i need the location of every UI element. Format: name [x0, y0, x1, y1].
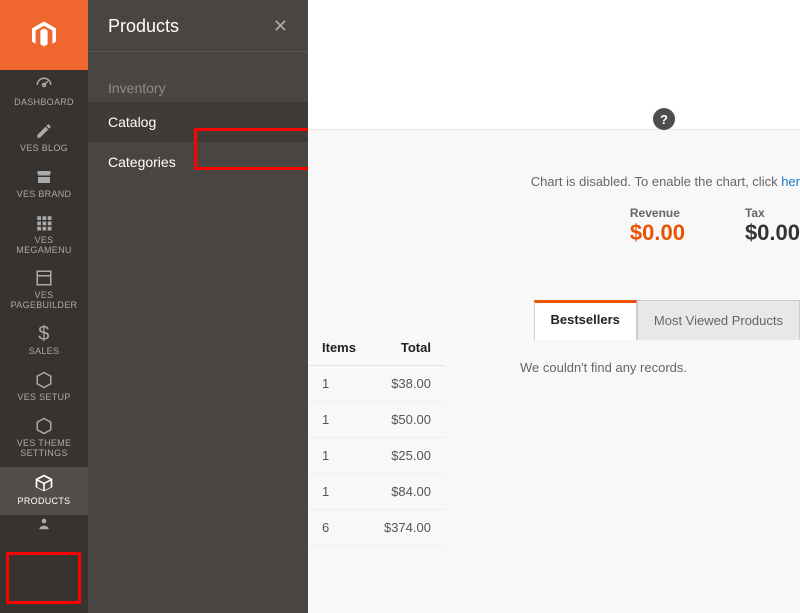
nav-label: VES PAGEBUILDER [11, 291, 78, 311]
col-total: Total [370, 330, 445, 366]
highlight-box-products [6, 552, 81, 604]
nav-ves-megamenu[interactable]: VES MEGAMENU [0, 208, 88, 264]
nav-products[interactable]: PRODUCTS [0, 467, 88, 515]
pencil-icon [35, 122, 53, 140]
submenu-title: Products [108, 16, 179, 37]
gauge-icon [35, 76, 53, 94]
tab-most-viewed[interactable]: Most Viewed Products [637, 300, 800, 340]
nav-label: VES MEGAMENU [16, 236, 71, 256]
close-icon[interactable]: ✕ [273, 16, 288, 37]
products-submenu: Products ✕ Inventory Catalog Categories [88, 0, 308, 613]
chart-disabled-message: Chart is disabled. To enable the chart, … [531, 174, 800, 189]
nav-label: VES BRAND [17, 190, 72, 200]
nav-label: VES THEME SETTINGS [17, 439, 72, 459]
nav-dashboard[interactable]: DASHBOARD [0, 70, 88, 116]
nav-label: VES BLOG [20, 144, 68, 154]
nav-ves-brand[interactable]: VES BRAND [0, 162, 88, 208]
submenu-link-catalog[interactable]: Catalog [88, 102, 308, 142]
stat-value: $0.00 [745, 220, 800, 246]
nav-label: VES SETUP [17, 393, 70, 403]
stat-tax: Tax $0.00 [745, 206, 800, 246]
nav-ves-blog[interactable]: VES BLOG [0, 116, 88, 162]
nav-ves-pagebuilder[interactable]: VES PAGEBUILDER [0, 263, 88, 319]
page-header: ? [308, 0, 800, 130]
nav-label: SALES [29, 347, 60, 357]
nav-sales[interactable]: $ SALES [0, 319, 88, 365]
nav-ves-setup[interactable]: VES SETUP [0, 365, 88, 411]
box-icon [34, 473, 54, 493]
nav-customers-partial[interactable] [0, 515, 88, 539]
admin-nav-rail: DASHBOARD VES BLOG VES BRAND VES MEGAMEN… [0, 0, 88, 613]
table-row[interactable]: 1$50.00 [308, 402, 445, 438]
no-records-message: We couldn't find any records. [520, 360, 800, 375]
col-items: Items [308, 330, 370, 366]
table-row[interactable]: 1$38.00 [308, 366, 445, 402]
hexagon-icon [35, 371, 53, 389]
stat-revenue: Revenue $0.00 [630, 206, 685, 246]
submenu-link-categories[interactable]: Categories [88, 142, 308, 182]
chart-enable-link[interactable]: her [781, 174, 800, 189]
chart-msg-text: Chart is disabled. To enable the chart, … [531, 174, 782, 189]
layout-icon [35, 269, 53, 287]
table-row[interactable]: 6$374.00 [308, 510, 445, 546]
help-icon[interactable]: ? [653, 108, 675, 130]
magento-logo[interactable] [0, 0, 88, 70]
nav-label: PRODUCTS [18, 497, 71, 507]
nav-ves-theme-settings[interactable]: VES THEME SETTINGS [0, 411, 88, 467]
stat-label: Tax [745, 206, 800, 220]
table-row[interactable]: 1$25.00 [308, 438, 445, 474]
storefront-icon [35, 168, 53, 186]
person-icon [37, 517, 51, 531]
tab-bestsellers[interactable]: Bestsellers [534, 300, 637, 340]
stat-value: $0.00 [630, 220, 685, 246]
submenu-group-inventory: Inventory [88, 62, 308, 102]
hexagon-icon [35, 417, 53, 435]
divider [88, 51, 308, 52]
last-orders-table: Items Total 1$38.00 1$50.00 1$25.00 1$84… [308, 330, 445, 546]
dashboard-tabs: Bestsellers Most Viewed Products [534, 300, 800, 340]
table-row[interactable]: 1$84.00 [308, 474, 445, 510]
nav-label: DASHBOARD [14, 98, 74, 108]
dollar-icon: $ [38, 325, 49, 343]
grid-icon [35, 214, 53, 232]
table-header-row: Items Total [308, 330, 445, 366]
stat-label: Revenue [630, 206, 685, 220]
main-content: ? Chart is disabled. To enable the chart… [308, 0, 800, 613]
